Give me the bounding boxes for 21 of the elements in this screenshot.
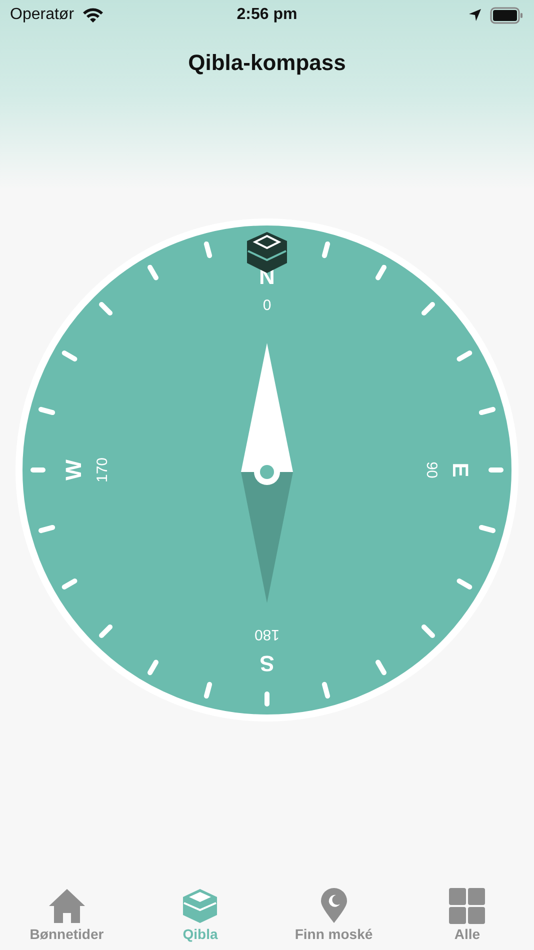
tab-bar-item[interactable]: Alle <box>400 888 534 942</box>
location-arrow-icon <box>468 8 482 22</box>
direction-letter: S <box>260 651 274 676</box>
carrier-name: Operatør <box>10 6 74 24</box>
degree-label: 90 <box>423 462 440 478</box>
battery-icon <box>490 6 524 24</box>
degree-label: 0 <box>262 297 272 314</box>
tab-bar-item[interactable]: Qibla <box>134 888 267 942</box>
map-pin-icon <box>320 888 348 924</box>
tab-bar-item[interactable]: Finn moské <box>267 888 400 942</box>
direction-letter: E <box>448 462 473 478</box>
status-time: 2:56 pm <box>236 6 298 24</box>
grid-icon <box>449 888 486 924</box>
degree-label: 180 <box>254 626 280 643</box>
house-icon <box>48 888 86 924</box>
page-title: Qibla-kompass <box>188 50 346 76</box>
wifi-icon <box>82 7 104 23</box>
cube-icon <box>181 888 220 924</box>
degree-label: 170 <box>94 457 111 483</box>
direction-letter: W <box>61 460 86 480</box>
tab-bar-item[interactable]: Bønnetider <box>0 888 134 942</box>
